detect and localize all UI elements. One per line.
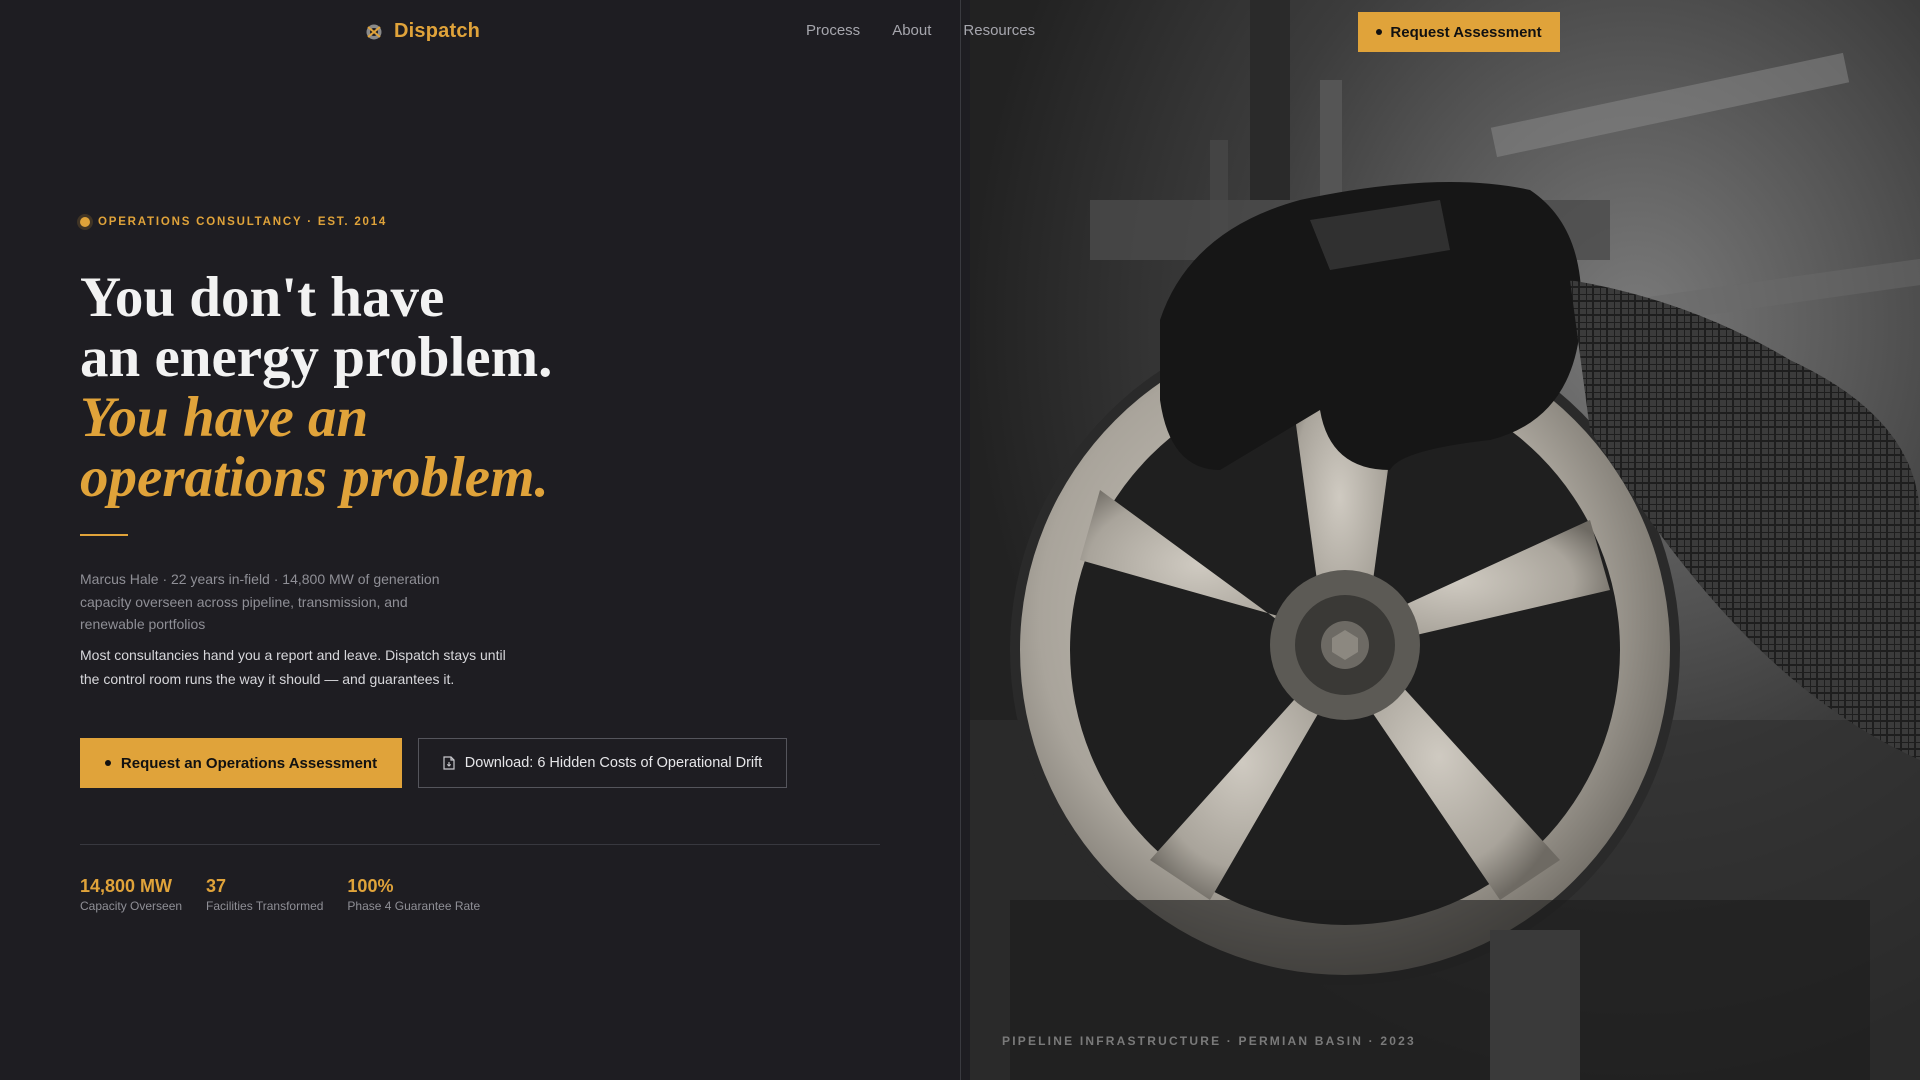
- accent-divider: [80, 534, 128, 536]
- stat-label: Facilities Transformed: [206, 899, 324, 913]
- nav-request-assessment-button[interactable]: Request Assessment: [1358, 12, 1560, 52]
- stats-row: 14,800 MW Capacity Overseen 37 Facilitie…: [80, 876, 480, 913]
- stats-divider: [80, 844, 880, 845]
- headline-line-3: You have an: [80, 386, 369, 449]
- founder-bio: Marcus Hale · 22 years in-field · 14,800…: [80, 571, 440, 632]
- nav-link-process[interactable]: Process: [806, 22, 860, 39]
- stat-label: Capacity Overseen: [80, 899, 183, 913]
- secondary-cta-label: Download: 6 Hidden Costs of Operational …: [464, 755, 763, 771]
- stat-capacity: 14,800 MW Capacity Overseen: [80, 876, 182, 913]
- panel-divider-line: [960, 0, 961, 1080]
- stat-value: 14,800 MW: [80, 876, 173, 896]
- top-navigation: Dispatch Process About Resources Request…: [0, 0, 1920, 64]
- download-guide-button[interactable]: Download: 6 Hidden Costs of Operational …: [418, 738, 787, 788]
- headline-line-4: operations problem.: [80, 446, 549, 509]
- nav-link-resources[interactable]: Resources: [963, 22, 1035, 39]
- valve-wheel-illustration: [970, 0, 1920, 1080]
- hero-photo: PIPELINE INFRASTRUCTURE · PERMIAN BASIN …: [970, 0, 1920, 1080]
- request-operations-assessment-button[interactable]: Request an Operations Assessment: [80, 738, 402, 788]
- dot-icon: [1376, 29, 1383, 35]
- value-proposition: Most consultancies hand you a report and…: [80, 647, 506, 687]
- landing-page: PIPELINE INFRASTRUCTURE · PERMIAN BASIN …: [0, 0, 1920, 1080]
- stat-facilities: 37 Facilities Transformed: [206, 876, 323, 913]
- stat-value: 100%: [347, 876, 394, 896]
- status-dot-icon: [80, 217, 90, 227]
- stat-guarantee: 100% Phase 4 Guarantee Rate: [347, 876, 480, 913]
- stat-value: 37: [206, 876, 227, 896]
- nav-link-about[interactable]: About: [892, 22, 931, 39]
- brand-name: Dispatch: [394, 20, 481, 42]
- eyebrow: OPERATIONS CONSULTANCY · EST. 2014: [80, 216, 387, 228]
- document-icon: [443, 756, 455, 770]
- logo-mark-icon: [366, 24, 382, 39]
- nav-cta-label: Request Assessment: [1390, 23, 1542, 41]
- brand-logo-link[interactable]: Dispatch: [364, 20, 480, 43]
- photo-caption: PIPELINE INFRASTRUCTURE · PERMIAN BASIN …: [1002, 1034, 1416, 1048]
- stat-label: Phase 4 Guarantee Rate: [347, 899, 481, 913]
- hero-headline: You don't have an energy problem. You ha…: [80, 268, 840, 508]
- headline-line-2: an energy problem.: [80, 326, 553, 389]
- headline-line-1: You don't have: [80, 266, 445, 329]
- dot-icon: [104, 760, 111, 766]
- eyebrow-text: OPERATIONS CONSULTANCY · EST. 2014: [98, 216, 388, 228]
- nav-links: Process About Resources: [806, 22, 1035, 39]
- primary-cta-label: Request an Operations Assessment: [120, 754, 378, 772]
